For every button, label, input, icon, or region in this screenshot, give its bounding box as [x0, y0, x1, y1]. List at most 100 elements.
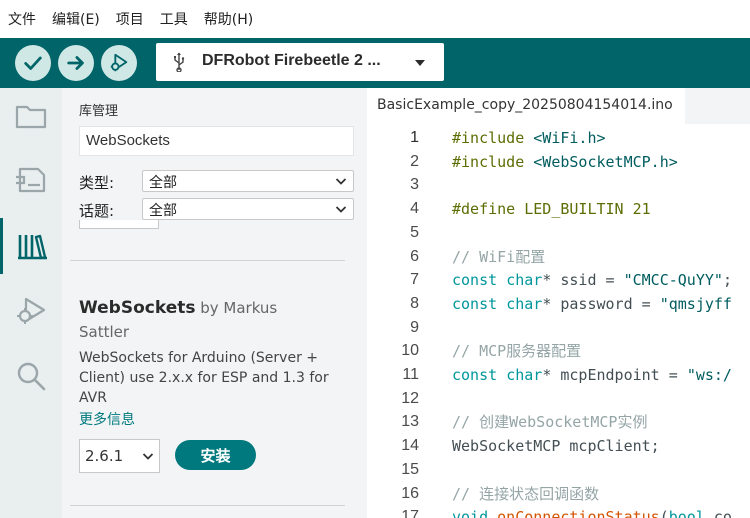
code-token: onConnectionStatus [497, 508, 660, 518]
code-token: // WiFi配置 [452, 247, 546, 266]
code-token: // MCP服务器配置 [452, 342, 582, 361]
code-line: 13 // 创建WebSocketMCP实例 [367, 410, 750, 434]
more-info-link[interactable]: 更多信息 [79, 409, 135, 429]
filter-type-label: 类型: [79, 174, 115, 192]
sidebar-item-sketchbook[interactable] [0, 88, 62, 144]
code-token: * mcpEndpoint = [542, 366, 687, 384]
line-number: 16 [401, 484, 419, 502]
line-number: 7 [410, 271, 419, 289]
code-token: char [506, 294, 543, 313]
filter-topic-select[interactable]: 全部 [142, 198, 354, 220]
code-line: 12 [367, 387, 750, 411]
code-token: char [506, 271, 543, 290]
menu-sketch[interactable]: 项目 [116, 9, 144, 29]
chevron-down-icon [142, 453, 154, 460]
code-text: // MCP服务器配置 [452, 339, 581, 363]
menu-help[interactable]: 帮助(H) [204, 9, 253, 29]
line-number: 9 [410, 318, 419, 336]
code-line: 1 #include <WiFi.h> [367, 126, 750, 150]
chevron-down-icon [335, 206, 347, 213]
code-line: 10 // MCP服务器配置 [367, 339, 750, 363]
sidebar-item-search[interactable] [0, 348, 62, 404]
code-line: 8 const char* password = "qmsjyff [367, 292, 750, 316]
debug-button[interactable] [101, 45, 137, 81]
code-line: 9 [367, 316, 750, 340]
filter-type-value: 全部 [149, 175, 177, 191]
check-icon [24, 56, 42, 70]
code-token: * password = [542, 294, 660, 313]
line-number: 12 [401, 389, 419, 407]
library-title: WebSockets by Markus Sattler [79, 296, 349, 344]
line-number: 1 [410, 129, 419, 146]
sidebar-item-library[interactable] [0, 218, 62, 274]
panel-title: 库管理 [79, 104, 119, 119]
menu-file[interactable]: 文件 [8, 9, 36, 29]
code-line: 16 // 连接状态回调函数 [367, 482, 750, 506]
editor-tab-bar: BasicExample_copy_20250804154014.ino [367, 88, 750, 124]
code-token: co [704, 508, 732, 518]
menu-tools[interactable]: 工具 [160, 9, 188, 29]
code-line: 5 [367, 221, 750, 245]
folder-icon [15, 105, 47, 129]
line-number: 8 [410, 294, 419, 312]
code-token: WebSocketMCP mcpClient; [452, 437, 660, 456]
line-number: 17 [401, 508, 419, 518]
code-text: WebSocketMCP mcpClient; [452, 434, 660, 458]
version-select[interactable]: 2.6.1 [79, 439, 160, 473]
code-line: 15 [367, 458, 750, 482]
filter-topic-label: 话题: [79, 202, 115, 220]
filter-dropdown-edge [79, 220, 159, 229]
code-line: 6 // WiFi配置 [367, 245, 750, 269]
code-text: void onConnectionStatus(bool co [452, 505, 732, 518]
code-token: bool [668, 508, 705, 518]
sidebar-item-debug[interactable] [0, 283, 62, 339]
code-token: const [452, 271, 507, 290]
sidebar-item-boards[interactable] [0, 152, 62, 208]
code-text: #include <WiFi.h> [452, 126, 606, 150]
library-author-prefix: by Markus [195, 299, 278, 317]
code-text: const char* ssid = "CMCC-QuYY"; [452, 268, 732, 292]
code-text: const char* password = "qmsjyff [452, 292, 732, 316]
code-token: #include [452, 129, 534, 147]
code-token: ( [659, 508, 669, 518]
line-number: 14 [401, 437, 419, 455]
line-number: 2 [410, 152, 419, 170]
code-token: #include [452, 152, 534, 171]
menu-bar: 文件 编辑(E) 项目 工具 帮助(H) [0, 0, 750, 38]
code-line: 11 const char* mcpEndpoint = "ws:/ [367, 363, 750, 387]
upload-button[interactable] [58, 45, 94, 81]
code-token: ; [722, 271, 732, 290]
code-text: // 连接状态回调函数 [452, 482, 599, 506]
usb-icon [174, 52, 185, 72]
filter-type-select[interactable]: 全部 [142, 170, 354, 192]
tab-sketch-file[interactable]: BasicExample_copy_20250804154014.ino [367, 88, 685, 124]
line-number: 13 [401, 413, 419, 431]
library-search-input[interactable]: WebSockets [79, 126, 354, 156]
library-name: WebSockets [79, 298, 196, 318]
debug-icon [110, 53, 128, 72]
install-button[interactable]: 安装 [175, 440, 256, 470]
board-selector[interactable]: DFRobot Firebeetle 2 ... [156, 43, 444, 81]
caret-down-icon [415, 60, 425, 66]
code-area[interactable]: 1 #include <WiFi.h> 2 #include <WebSocketMC… [367, 126, 750, 518]
code-token: "CMCC-QuYY" [623, 271, 723, 290]
code-token: char [506, 366, 543, 384]
code-token: #define [452, 200, 525, 219]
code-line: 4 #define LED_BUILTIN 21 [367, 197, 750, 221]
divider [70, 505, 345, 506]
menu-edit[interactable]: 编辑(E) [52, 9, 100, 29]
library-description: WebSockets for Arduino (Server + Client)… [79, 350, 329, 406]
code-token: "qmsjyff [659, 294, 732, 313]
code-text: // WiFi配置 [452, 245, 545, 269]
code-text: #include <WebSocketMCP.h> [452, 150, 678, 174]
code-token: // 创建WebSocketMCP实例 [452, 413, 648, 432]
verify-button[interactable] [15, 45, 51, 81]
code-token: const [452, 366, 507, 384]
code-token: void [452, 508, 498, 518]
line-number: 10 [401, 342, 419, 360]
arrow-right-icon [67, 56, 84, 70]
code-token: * ssid = [542, 271, 624, 290]
code-line: 7 const char* ssid = "CMCC-QuYY"; [367, 268, 750, 292]
sidebar-rail [0, 88, 62, 518]
line-number: 11 [402, 366, 419, 383]
